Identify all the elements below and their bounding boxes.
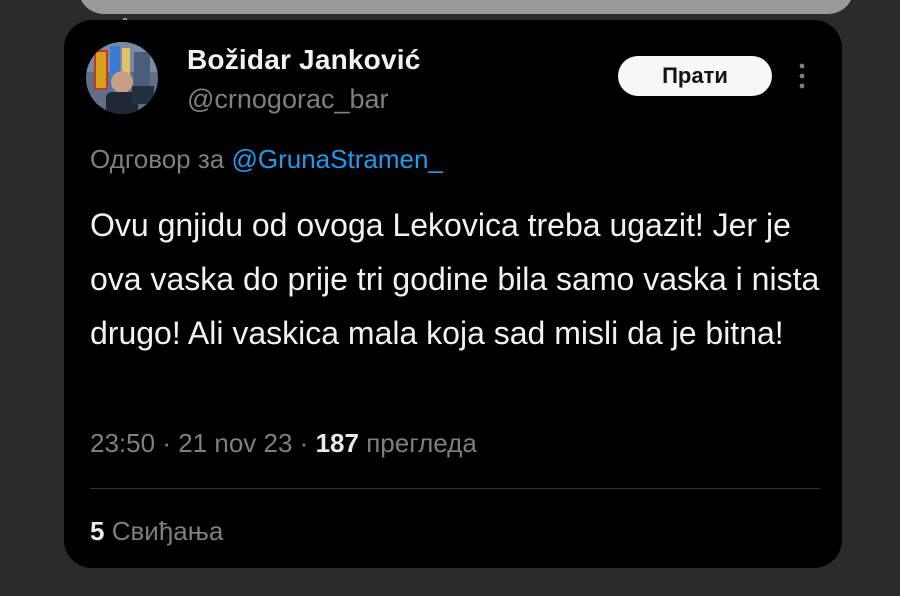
likes-label: Свиђања [111,516,224,546]
tweet-body: Ovu gnjidu od ovoga Lekovica treba ugazi… [90,207,820,351]
author-handle[interactable]: @crnogorac_bar [187,84,389,115]
meta-separator: · [162,428,171,458]
views-count: 187 [315,428,359,458]
divider [90,488,820,489]
views-label: прегледа [366,428,477,458]
follow-button[interactable]: Прати [618,56,772,96]
previous-post-bubble[interactable] [78,0,854,14]
author-display-name[interactable]: Božidar Janković [187,44,421,76]
avatar-photo-icon [86,42,158,114]
likes-summary[interactable]: 5 Свиђања [90,516,223,547]
more-vertical-icon[interactable] [794,58,810,94]
reply-mention-link[interactable]: @GrunaStramen_ [231,144,442,174]
reply-context: Одговор за @GrunaStramen_ [90,144,443,175]
tweet-meta: 23:50 · 21 nov 23 · 187 прегледа [90,428,477,459]
reply-prefix: Одговор за [90,144,225,174]
tweet-date[interactable]: 21 nov 23 [178,428,292,458]
author-avatar[interactable] [86,42,158,114]
tweet-time[interactable]: 23:50 [90,428,155,458]
meta-separator: · [299,428,309,458]
likes-count: 5 [90,516,105,546]
tweet-card[interactable]: Božidar Janković @crnogorac_bar Прати Од… [64,20,842,568]
